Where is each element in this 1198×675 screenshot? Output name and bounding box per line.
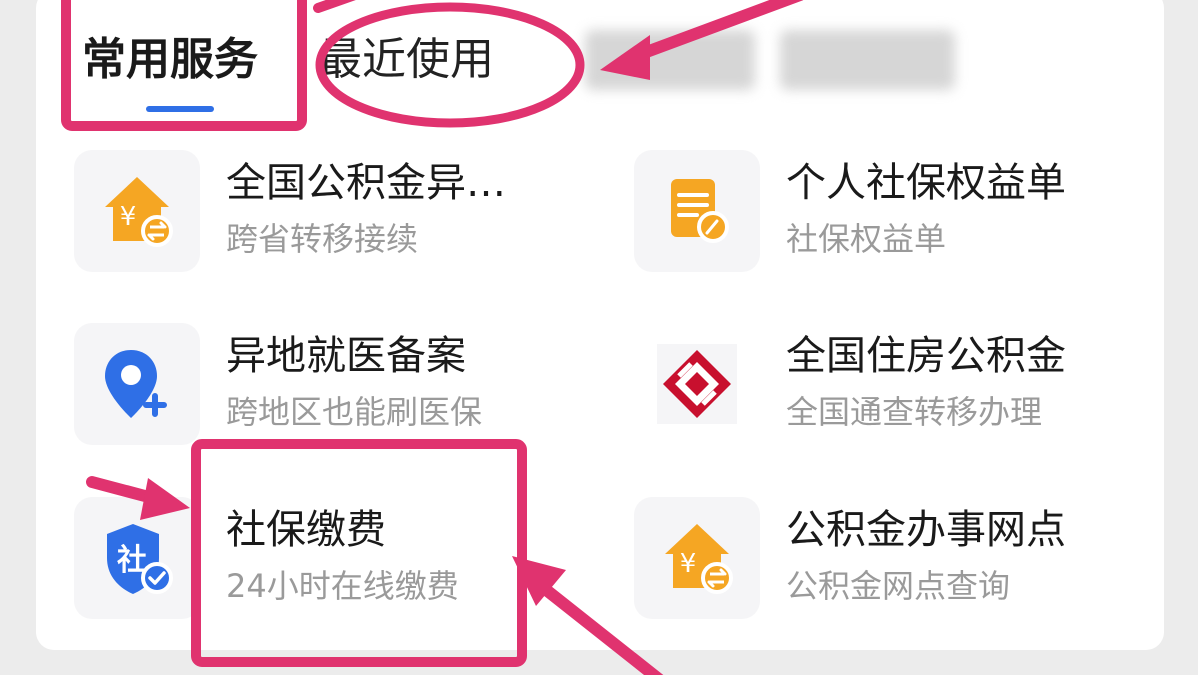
service-item-fund-transfer[interactable]: ¥ 全国公积金异… 跨省转移接续 bbox=[74, 150, 574, 276]
service-subtitle: 公积金网点查询 bbox=[786, 567, 1011, 605]
service-item-fund-service-points[interactable]: ¥ 公积金办事网点 公积金网点查询 bbox=[634, 497, 1134, 623]
tab-bar: 常用服务 最近使用 bbox=[0, 0, 1198, 130]
service-subtitle: 全国通查转移办理 bbox=[786, 393, 1043, 431]
service-title: 个人社保权益单 bbox=[786, 160, 1066, 206]
service-subtitle: 24小时在线缴费 bbox=[226, 567, 459, 605]
service-item-social-security-statement[interactable]: 个人社保权益单 社保权益单 bbox=[634, 150, 1134, 276]
document-pen-icon bbox=[634, 150, 760, 272]
service-title: 公积金办事网点 bbox=[786, 507, 1066, 553]
active-tab-indicator bbox=[146, 106, 214, 112]
service-title: 全国住房公积金 bbox=[786, 333, 1066, 379]
service-title: 异地就医备案 bbox=[226, 333, 466, 379]
housing-fund-logo bbox=[634, 323, 760, 445]
blurred-tab[interactable] bbox=[585, 30, 755, 90]
service-item-national-housing-fund[interactable]: 全国住房公积金 全国通查转移办理 bbox=[634, 323, 1134, 449]
svg-text:¥: ¥ bbox=[120, 202, 137, 232]
service-subtitle: 跨地区也能刷医保 bbox=[226, 393, 483, 431]
blurred-tab[interactable] bbox=[780, 30, 955, 90]
service-title: 社保缴费 bbox=[226, 507, 386, 553]
house-yen-transfer-icon: ¥ bbox=[74, 150, 200, 272]
service-title: 全国公积金异… bbox=[226, 160, 506, 206]
social-security-shield-icon: 社 bbox=[74, 497, 200, 619]
tab-common-services[interactable]: 常用服务 bbox=[82, 32, 258, 88]
service-item-medical-filing[interactable]: 异地就医备案 跨地区也能刷医保 bbox=[74, 323, 574, 449]
service-item-social-security-payment[interactable]: 社 社保缴费 24小时在线缴费 bbox=[74, 497, 574, 623]
house-yen-transfer-icon: ¥ bbox=[634, 497, 760, 619]
svg-text:¥: ¥ bbox=[680, 549, 697, 579]
tab-recently-used[interactable]: 最近使用 bbox=[318, 32, 494, 88]
service-subtitle: 社保权益单 bbox=[786, 220, 947, 258]
service-subtitle: 跨省转移接续 bbox=[226, 220, 419, 258]
location-plus-icon bbox=[74, 323, 200, 445]
